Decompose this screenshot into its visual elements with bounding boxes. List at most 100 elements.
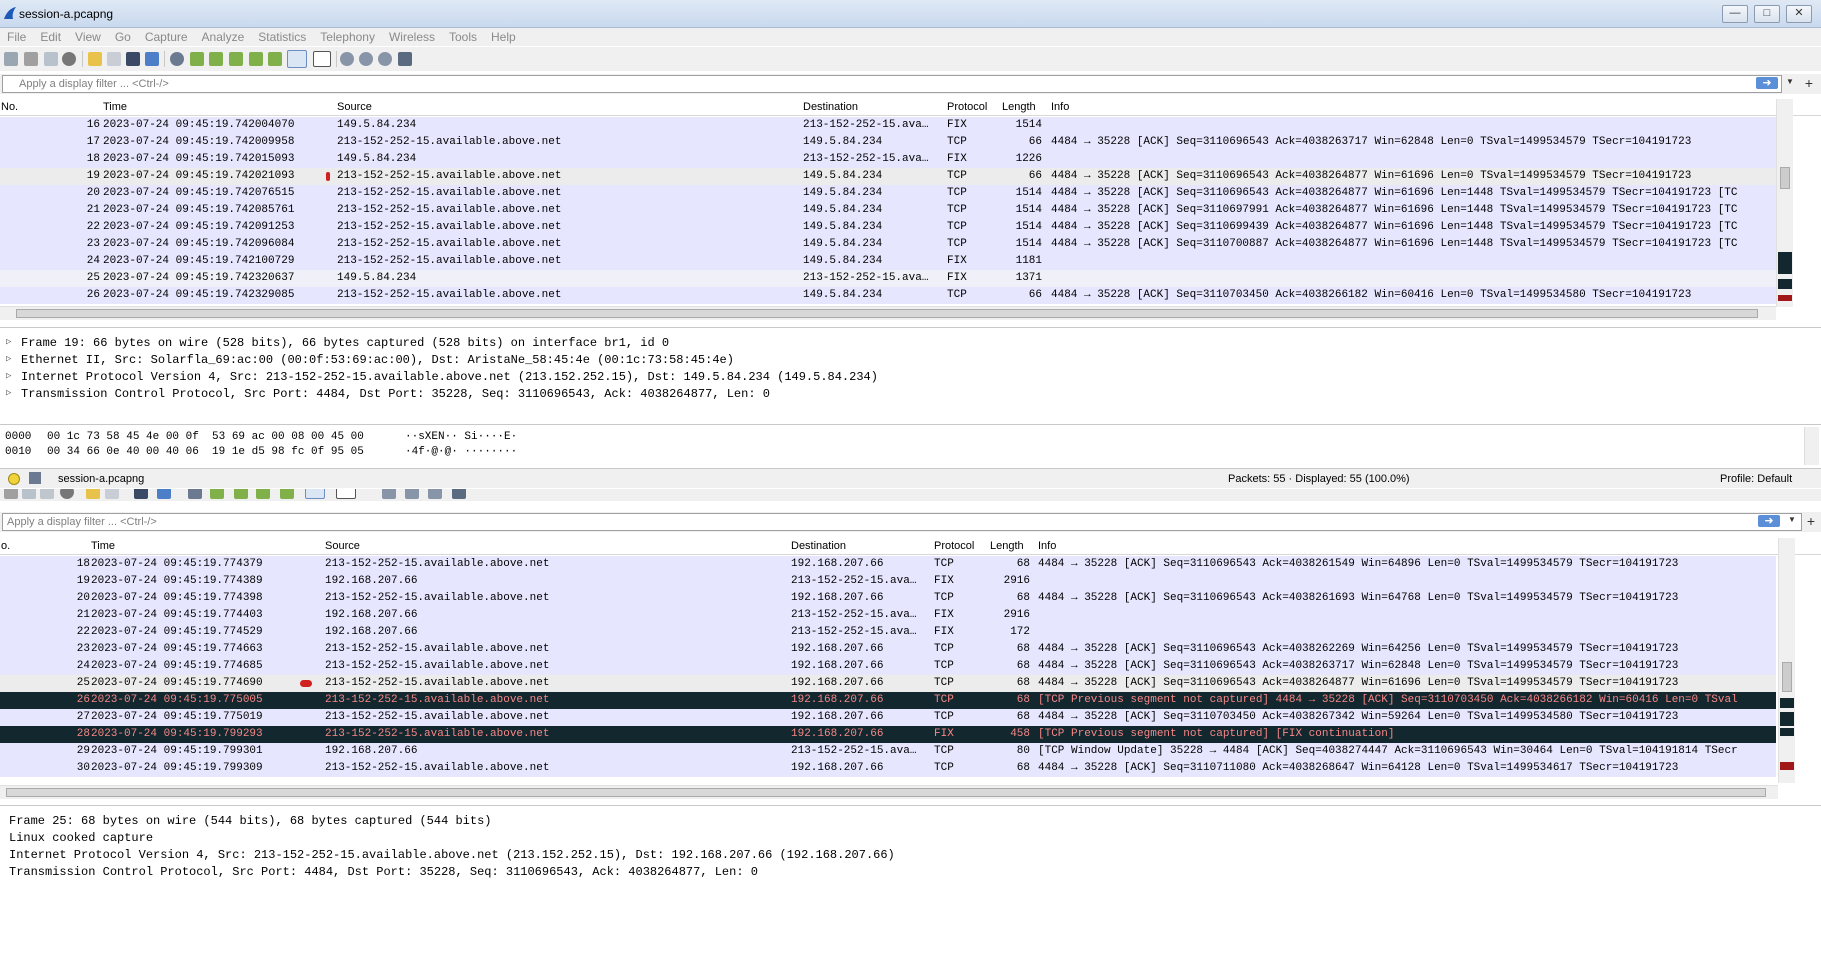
packet-row[interactable]: 23 2023-07-24 09:45:19.742096084 213-152-2… (0, 236, 1776, 253)
detail-tree-item[interactable]: ▷ Transmission Control Protocol, Src Port… (0, 385, 1821, 402)
minimize-button[interactable]: — (1722, 5, 1748, 23)
menu-telephony[interactable]: Telephony (313, 28, 382, 44)
packet-list-hscrollbar[interactable] (0, 306, 1776, 320)
packet-row[interactable]: 26 2023-07-24 09:45:19.742329085 213-152-2… (0, 287, 1776, 304)
packet-row[interactable]: 22 2023-07-24 09:45:19.774529 192.168.207.… (0, 624, 1776, 641)
col-protocol-2[interactable]: Protocol (934, 540, 974, 552)
find-packet-icon[interactable] (170, 52, 184, 66)
add-filter-button-icon[interactable]: + (1801, 75, 1817, 91)
menu-analyze[interactable]: Analyze (195, 28, 252, 44)
reload-file-icon[interactable] (145, 52, 159, 66)
capture-options-icon-2[interactable] (40, 489, 54, 499)
col-source-2[interactable]: Source (325, 540, 360, 552)
detail-tree-item[interactable]: Internet Protocol Version 4, Src: 213-15… (0, 846, 1821, 863)
detail-tree-item[interactable]: ▷ Internet Protocol Version 4, Src: 213-1… (0, 368, 1821, 385)
go-to-packet-icon-2[interactable] (256, 489, 270, 499)
autoscroll-icon-2[interactable] (305, 489, 325, 499)
packet-row[interactable]: 26 2023-07-24 09:45:19.775005 213-152-252-… (0, 692, 1776, 709)
stop-capture-icon[interactable] (24, 52, 38, 66)
col-no-2[interactable]: o. (1, 540, 10, 552)
expand-arrow-icon[interactable]: ▷ (6, 371, 11, 381)
go-back-icon[interactable] (190, 52, 204, 66)
col-source[interactable]: Source (337, 101, 372, 113)
col-length[interactable]: Length (1002, 101, 1036, 113)
menu-file[interactable]: File (0, 28, 33, 44)
capture-options-icon[interactable] (62, 52, 76, 66)
go-to-packet-icon[interactable] (229, 52, 243, 66)
save-file-icon[interactable] (107, 52, 121, 66)
filter-history-dropdown-icon[interactable]: ▼ (1784, 77, 1796, 86)
col-no[interactable]: No. (1, 101, 18, 113)
packet-row[interactable]: 18 2023-07-24 09:45:19.774379 213-152-252-… (0, 556, 1776, 573)
expand-arrow-icon[interactable]: ▷ (6, 388, 11, 398)
col-protocol[interactable]: Protocol (947, 101, 987, 113)
expand-arrow-icon[interactable]: ▷ (6, 354, 11, 364)
stop-capture-icon-2[interactable] (4, 489, 18, 499)
col-destination[interactable]: Destination (803, 101, 858, 113)
packet-row[interactable]: 25 2023-07-24 09:45:19.742320637 149.5.84.… (0, 270, 1776, 287)
packet-row[interactable]: 28 2023-07-24 09:45:19.799293 213-152-252-… (0, 726, 1776, 743)
detail-tree-item[interactable]: ▷ Frame 19: 66 bytes on wire (528 bits), … (0, 334, 1821, 351)
restart-capture-icon[interactable] (44, 52, 58, 66)
go-first-packet-icon-2[interactable] (280, 489, 294, 499)
maximize-button[interactable]: □ (1754, 5, 1780, 23)
menu-edit[interactable]: Edit (33, 28, 68, 44)
filter-history-dropdown-icon-2[interactable]: ▼ (1786, 515, 1798, 524)
menu-help[interactable]: Help (484, 28, 523, 44)
menu-go[interactable]: Go (108, 28, 138, 44)
zoom-out-icon[interactable] (359, 52, 373, 66)
packet-list-scrollbar[interactable] (1776, 99, 1793, 307)
col-destination-2[interactable]: Destination (791, 540, 846, 552)
menu-view[interactable]: View (68, 28, 108, 44)
open-file-icon[interactable] (88, 52, 102, 66)
col-time[interactable]: Time (103, 101, 127, 113)
col-info-2[interactable]: Info (1038, 540, 1056, 552)
expert-info-icon[interactable] (8, 473, 20, 485)
go-forward-icon-2[interactable] (234, 489, 248, 499)
menu-wireless[interactable]: Wireless (382, 28, 442, 44)
interfaces-icon-2[interactable] (60, 489, 74, 499)
packet-row[interactable]: 22 2023-07-24 09:45:19.742091253 213-152-2… (0, 219, 1776, 236)
packet-row[interactable]: 17 2023-07-24 09:45:19.742009958 213-152-2… (0, 134, 1776, 151)
expand-arrow-icon[interactable]: ▷ (6, 337, 11, 347)
zoom-in-icon[interactable] (340, 52, 354, 66)
packet-row[interactable]: 19 2023-07-24 09:45:19.742021093 213-152-2… (0, 168, 1776, 185)
packet-row[interactable]: 20 2023-07-24 09:45:19.774398 213-152-252-… (0, 590, 1776, 607)
packet-row[interactable]: 16 2023-07-24 09:45:19.742004070 149.5.84.… (0, 117, 1776, 134)
packet-row[interactable]: 29 2023-07-24 09:45:19.799301 192.168.207.… (0, 743, 1776, 760)
menu-tools[interactable]: Tools (442, 28, 484, 44)
menu-statistics[interactable]: Statistics (251, 28, 313, 44)
col-time-2[interactable]: Time (91, 540, 115, 552)
detail-tree-item[interactable]: ▷ Ethernet II, Src: Solarfla_69:ac:00 (00… (0, 351, 1821, 368)
menu-capture[interactable]: Capture (138, 28, 195, 44)
restart-capture-icon-2[interactable] (22, 489, 36, 499)
packet-row[interactable]: 19 2023-07-24 09:45:19.774389 192.168.207.… (0, 573, 1776, 590)
resize-columns-icon[interactable] (398, 52, 412, 66)
packet-list-scrollbar-2[interactable] (1778, 538, 1795, 783)
col-info[interactable]: Info (1051, 101, 1069, 113)
close-file-icon-2[interactable] (134, 489, 148, 499)
close-file-icon[interactable] (126, 52, 140, 66)
colorize-icon-2[interactable] (336, 489, 356, 499)
packet-row[interactable]: 30 2023-07-24 09:45:19.799309 213-152-252-… (0, 760, 1776, 777)
zoom-out-icon-2[interactable] (405, 489, 419, 499)
go-first-packet-icon[interactable] (249, 52, 263, 66)
capture-comment-icon[interactable] (29, 472, 41, 484)
packet-row[interactable]: 27 2023-07-24 09:45:19.775019 213-152-252-… (0, 709, 1776, 726)
col-length-2[interactable]: Length (990, 540, 1024, 552)
zoom-in-icon-2[interactable] (382, 489, 396, 499)
filter-apply-icon[interactable]: ➜ (1756, 77, 1778, 89)
save-file-icon-2[interactable] (105, 489, 119, 499)
autoscroll-icon[interactable] (287, 50, 307, 68)
display-filter-input-2[interactable]: Apply a display filter ... <Ctrl-/> (2, 513, 1802, 531)
go-back-icon-2[interactable] (210, 489, 224, 499)
go-last-packet-icon[interactable] (268, 52, 282, 66)
bytes-scrollbar[interactable] (1804, 427, 1819, 465)
packet-row[interactable]: 21 2023-07-24 09:45:19.774403 192.168.207.… (0, 607, 1776, 624)
packet-row[interactable]: 23 2023-07-24 09:45:19.774663 213-152-252-… (0, 641, 1776, 658)
packet-row[interactable]: 18 2023-07-24 09:45:19.742015093 149.5.84.… (0, 151, 1776, 168)
detail-tree-item[interactable]: Linux cooked capture (0, 829, 1821, 846)
find-packet-icon-2[interactable] (188, 489, 202, 499)
go-forward-icon[interactable] (209, 52, 223, 66)
packet-row[interactable]: 20 2023-07-24 09:45:19.742076515 213-152-2… (0, 185, 1776, 202)
